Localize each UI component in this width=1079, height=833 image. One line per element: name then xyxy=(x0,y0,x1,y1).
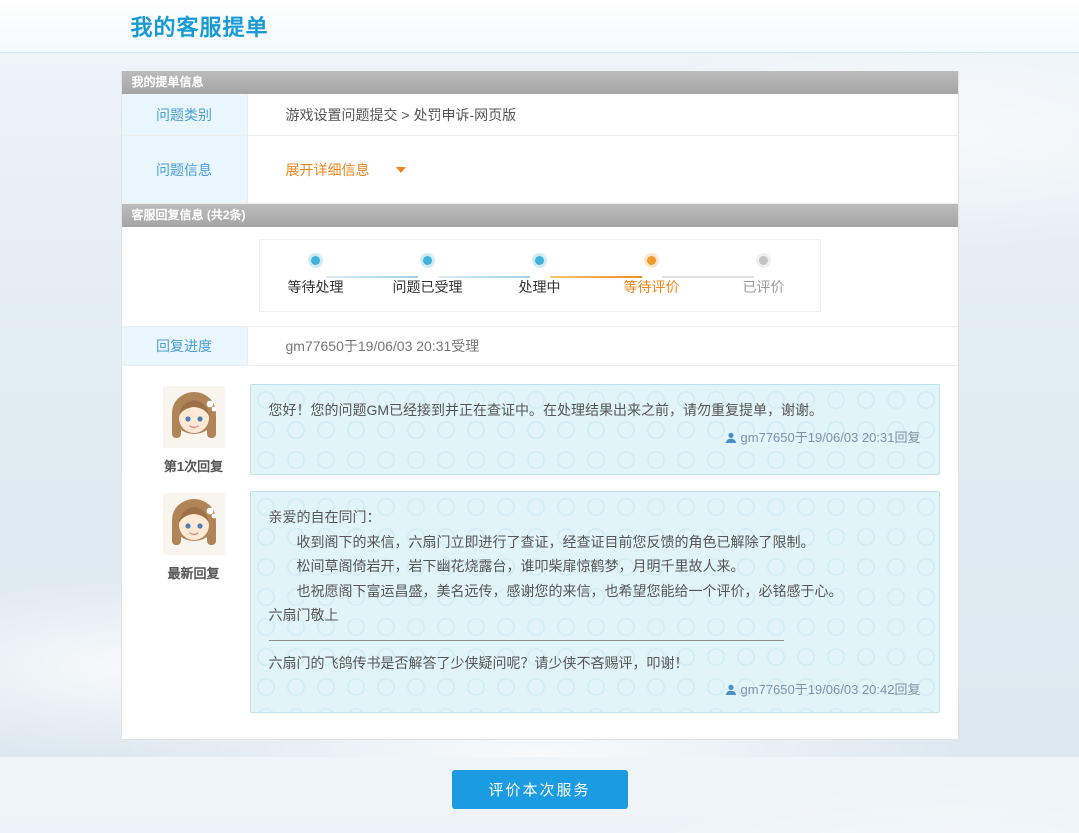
expand-details-link[interactable]: 展开详细信息 xyxy=(286,160,406,180)
reply-signature-text: gm77650于19/06/03 20:31回复 xyxy=(740,429,921,445)
page-title: 我的客服提单 xyxy=(130,15,269,40)
main-content: 我的提单信息 问题类别 游戏设置问题提交 > 处罚申诉-网页版 问题信息 展开详… xyxy=(120,71,959,833)
step-dot-icon xyxy=(311,256,320,265)
expand-arrow-icon xyxy=(395,166,406,173)
footer-area: 评价本次服务 xyxy=(121,769,959,833)
reply-signature-text: gm77650于19/06/03 20:42回复 xyxy=(740,682,921,697)
section-header-ticket-info: 我的提单信息 xyxy=(121,71,958,94)
step-dot-icon xyxy=(759,256,768,265)
reply-label: 第1次回复 xyxy=(163,459,224,474)
row-category: 问题类别 游戏设置问题提交 > 处罚申诉-网页版 xyxy=(121,94,958,136)
category-label: 问题类别 xyxy=(121,94,248,135)
reply-text-line: 亲爱的自在同门： xyxy=(268,509,381,525)
section-header-replies-label: 客服回复信息 (共2条) xyxy=(131,208,246,222)
section-header-replies: 客服回复信息 (共2条) xyxy=(121,204,958,227)
reply-text-line: 收到阁下的来信，六扇门立即进行了查证，经查证目前您反馈的角色已解除了限制。 xyxy=(296,533,815,550)
step-label: 处理中 xyxy=(518,279,561,295)
section-header-ticket-info-label: 我的提单信息 xyxy=(131,75,204,89)
reply-progress-value: gm77650于19/06/03 20:31受理 xyxy=(285,338,480,354)
step-dot-icon xyxy=(535,256,544,265)
step-label: 问题已受理 xyxy=(392,279,463,295)
reply-text-line: 六扇门敬上 xyxy=(268,607,339,623)
reply-bubble: 亲爱的自在同门： 收到阁下的来信，六扇门立即进行了查证，经查证目前您反馈的角色已… xyxy=(249,491,940,713)
step-label: 等待评价 xyxy=(623,279,680,295)
reply-text-line: 松间草阁倚岩开，岩下幽花烧露台，谁叩柴扉惊鹤梦，月明千里故人来。 xyxy=(296,558,745,574)
reply-text-line: 也祝愿阁下富运昌盛，美名远传，感谢您的来信，也希望您能给一个评价，必铭感于心。 xyxy=(296,582,843,599)
step-label: 等待处理 xyxy=(287,279,344,295)
issue-info-label: 问题信息 xyxy=(121,136,248,203)
reply-bubble: 您好！您的问题GM已经接到并正在查证中。在处理结果出来之前，请勿重复提单，谢谢。… xyxy=(249,384,940,475)
reply-question: 六扇门的飞鸽传书是否解答了少侠疑问呢？请少侠不吝赐评，叩谢！ xyxy=(268,654,689,671)
step-label: 已评价 xyxy=(742,279,785,295)
reply-signature: gm77650于19/06/03 20:31回复 xyxy=(269,427,921,450)
page-header: 我的客服提单 xyxy=(0,0,1079,53)
user-icon xyxy=(725,432,737,444)
user-icon xyxy=(725,684,737,696)
gm-avatar xyxy=(162,386,225,448)
row-issue-info: 问题信息 展开详细信息 xyxy=(121,136,958,204)
reply-text: 您好！您的问题GM已经接到并正在查证中。在处理结果出来之前，请勿重复提单，谢谢。 xyxy=(268,402,824,418)
reply-signature: gm77650于19/06/03 20:42回复 xyxy=(269,679,921,702)
reply-label: 最新回复 xyxy=(167,566,220,581)
expand-details-label: 展开详细信息 xyxy=(285,161,370,178)
replies-section: 第1次回复 您好！您的问题GM已经接到并正在查证中。在处理结果出来之前，请勿重复… xyxy=(121,366,958,739)
gm-avatar xyxy=(162,493,225,555)
reply-item-latest: 最新回复 亲爱的自在同门： 收到阁下的来信，六扇门立即进行了查证，经查证目前您反… xyxy=(138,491,942,713)
ticket-panel: 我的提单信息 问题类别 游戏设置问题提交 > 处罚申诉-网页版 问题信息 展开详… xyxy=(120,71,959,740)
reply-item-first: 第1次回复 您好！您的问题GM已经接到并正在查证中。在处理结果出来之前，请勿重复… xyxy=(138,384,942,475)
reply-progress-label: 回复进度 xyxy=(121,327,248,365)
bubble-divider xyxy=(268,639,784,641)
step-dot-icon xyxy=(647,256,656,265)
evaluate-service-button[interactable]: 评价本次服务 xyxy=(451,769,628,809)
status-stepper: 等待处理 问题已受理 处理中 等待评价 已评价 xyxy=(121,227,958,326)
step-evaluated: 已评价 xyxy=(661,256,820,297)
step-dot-icon xyxy=(423,256,432,265)
category-value: 游戏设置问题提交 > 处罚申诉-网页版 xyxy=(285,106,517,123)
row-reply-progress: 回复进度 gm77650于19/06/03 20:31受理 xyxy=(121,326,958,366)
